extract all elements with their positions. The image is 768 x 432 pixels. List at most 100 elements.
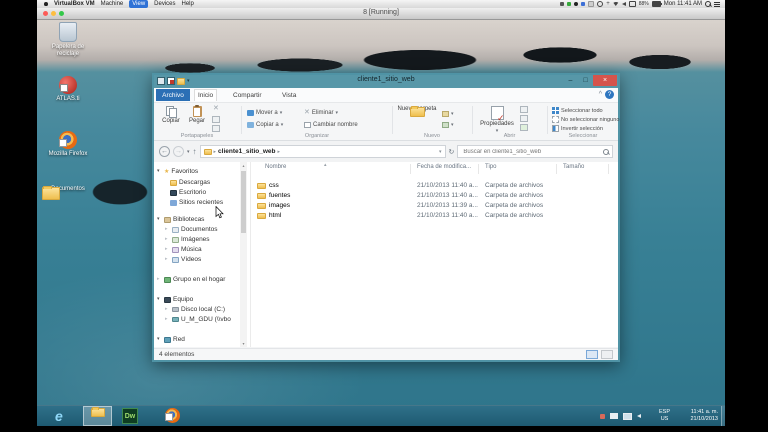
sidebar-item-descargas[interactable]: Descargas — [170, 178, 210, 187]
tray-network-icon[interactable] — [623, 412, 632, 420]
paste-shortcut-button[interactable] — [212, 125, 220, 132]
desktop-icon-recycle-bin[interactable]: Papelera de reciclaje — [42, 22, 94, 57]
mover-a-button[interactable]: Mover a ▾ — [247, 108, 282, 117]
breadcrumb[interactable]: ▸ cliente1_sitio_web ▸ ▾ — [199, 145, 446, 158]
eliminar-button[interactable]: ✕ Eliminar ▾ — [304, 108, 338, 117]
sidebar-section-favoritos[interactable]: ▾ ★ Favoritos — [157, 167, 198, 176]
sidebar-item-disco-local[interactable]: ▸ Disco local (C:) — [165, 305, 225, 314]
shield-icon[interactable] — [574, 2, 579, 6]
file-row-images[interactable]: images 21/10/2013 11:39 a... Carpeta de … — [252, 201, 618, 211]
spotlight-search-icon[interactable] — [705, 1, 711, 7]
firefox-taskbar-icon[interactable] — [165, 408, 180, 423]
propiedades-button[interactable]: Propiedades ▾ — [479, 106, 515, 134]
pegar-button[interactable]: Pegar — [185, 105, 209, 124]
display-icon[interactable] — [628, 1, 636, 7]
copiar-button[interactable]: Copiar — [158, 106, 184, 124]
address-dropdown-icon[interactable]: ▾ — [439, 149, 442, 155]
nueva-carpeta-button[interactable]: Nueva carpeta — [397, 106, 437, 117]
scroll-up-icon[interactable]: ▴ — [240, 163, 247, 168]
file-row-css[interactable]: css 21/10/2013 11:40 a... Carpeta de arc… — [252, 181, 618, 191]
menu-machine[interactable]: Machine — [101, 0, 124, 8]
file-row-html[interactable]: html 21/10/2013 11:40 a... Carpeta de ar… — [252, 211, 618, 221]
sidebar-item-imagenes[interactable]: ▸ Imágenes — [165, 235, 210, 244]
sidebar-item-network-drive[interactable]: ▸ U_M_GDU (\\vbo — [165, 315, 231, 324]
abrir-button[interactable] — [520, 106, 528, 113]
cambiar-nombre-button[interactable]: Cambiar nombre — [304, 120, 358, 129]
scrollbar-thumb[interactable] — [241, 171, 246, 233]
tray-battery-icon[interactable] — [610, 413, 618, 419]
file-explorer-taskbar-button[interactable] — [83, 406, 112, 426]
search-box[interactable] — [457, 145, 613, 158]
internet-explorer-icon[interactable]: e — [55, 407, 63, 426]
sidebar-section-red[interactable]: ▾ Red — [157, 335, 185, 344]
language-indicator[interactable]: ESP US — [659, 409, 670, 423]
search-input[interactable] — [461, 147, 603, 156]
forward-button[interactable]: → — [173, 146, 184, 157]
apple-menu-icon[interactable] — [44, 2, 48, 6]
vm-network-status-icon[interactable] — [567, 2, 572, 6]
copy-path-button[interactable] — [212, 116, 220, 123]
vm-display-status-icon[interactable] — [560, 2, 565, 6]
back-button[interactable]: ← — [159, 146, 170, 157]
minimize-button[interactable]: – — [563, 75, 578, 86]
no-seleccionar-button[interactable]: No seleccionar ninguno — [552, 115, 619, 124]
seleccionar-todo-button[interactable]: Seleccionar todo — [552, 106, 603, 115]
sidebar-section-bibliotecas[interactable]: ▾ Bibliotecas — [157, 215, 204, 224]
sidebar-item-documentos[interactable]: ▸ Documentos — [165, 225, 218, 234]
tab-vista[interactable]: Vista — [279, 89, 299, 101]
explorer-titlebar[interactable]: ▾ cliente1_sitio_web – □ × — [154, 75, 618, 88]
window-status-icon[interactable] — [588, 1, 595, 7]
sidebar-item-videos[interactable]: ▸ Vídeos — [165, 255, 201, 264]
sidebar-section-grupo-hogar[interactable]: ▸ Grupo en el hogar — [157, 275, 225, 284]
desktop-icon-firefox[interactable]: Mozilla Firefox — [42, 131, 94, 158]
refresh-button[interactable]: ↻ — [449, 148, 455, 156]
tab-compartir[interactable]: Compartir — [230, 89, 265, 101]
dreamweaver-icon[interactable]: Dw — [122, 408, 138, 424]
tray-volume-icon[interactable] — [637, 414, 641, 418]
menu-clock[interactable]: Mon 11:41 AM — [664, 1, 702, 7]
notification-center-icon[interactable] — [714, 1, 720, 7]
tray-app-icon[interactable] — [600, 413, 605, 419]
scroll-down-icon[interactable]: ▾ — [240, 341, 247, 346]
sidebar-section-equipo[interactable]: ▾ Equipo — [157, 295, 193, 304]
battery-icon[interactable] — [651, 1, 662, 7]
sidebar-item-escritorio[interactable]: Escritorio — [170, 188, 206, 197]
taskbar-clock[interactable]: 11:41 a. m. 21/10/2013 — [682, 409, 718, 423]
recent-locations-icon[interactable]: ▾ — [187, 149, 190, 155]
thumbnails-view-button[interactable] — [601, 350, 613, 359]
historial-button[interactable] — [520, 124, 528, 131]
menu-devices[interactable]: Devices — [154, 0, 175, 8]
column-header-tamano[interactable]: Tamaño — [563, 164, 584, 174]
column-header-fecha[interactable]: Fecha de modifica... — [417, 164, 471, 174]
nuevo-elemento-button[interactable]: ▾ — [442, 109, 454, 118]
column-header-tipo[interactable]: Tipo — [485, 164, 496, 174]
file-row-fuentes[interactable]: fuentes 21/10/2013 11:40 a... Carpeta de… — [252, 191, 618, 201]
facil-acceso-button[interactable]: ▾ — [442, 120, 454, 129]
menu-virtualbox-vm[interactable]: VirtualBox VM — [54, 0, 95, 8]
tab-archivo[interactable]: Archivo — [156, 89, 190, 101]
cut-button[interactable]: ✕ — [213, 105, 219, 112]
blue-app-status-icon[interactable] — [581, 2, 586, 6]
breadcrumb-path[interactable]: cliente1_sitio_web — [218, 148, 275, 155]
volume-icon[interactable] — [621, 2, 626, 6]
show-desktop-button[interactable] — [721, 406, 725, 426]
windows-desktop[interactable]: Papelera de reciclaje ATLAS.ti Mozilla F… — [37, 20, 725, 426]
menu-view[interactable]: View — [129, 0, 149, 8]
menu-help[interactable]: Help — [182, 0, 194, 8]
invertir-seleccion-button[interactable]: Invertir selección — [552, 124, 603, 133]
copiar-a-button[interactable]: Copiar a ▾ — [247, 120, 283, 129]
close-button[interactable]: × — [593, 75, 617, 86]
tab-inicio[interactable]: Inicio — [194, 89, 218, 101]
nav-scrollbar[interactable]: ▴ ▾ — [240, 162, 247, 347]
wifi-icon[interactable] — [612, 2, 619, 6]
up-button[interactable]: ↑ — [193, 147, 197, 156]
modificar-button[interactable] — [520, 115, 528, 122]
sidebar-item-musica[interactable]: ▸ Música — [165, 245, 202, 254]
maximize-button[interactable]: □ — [578, 75, 593, 86]
desktop-icon-documentos[interactable]: Documentos — [42, 186, 94, 200]
collapse-ribbon-button[interactable]: ^ — [599, 91, 602, 98]
column-header-nombre[interactable]: Nombre — [265, 164, 286, 174]
desktop-icon-atlas[interactable]: ATLAS.ti — [42, 76, 94, 103]
search-icon[interactable] — [603, 148, 609, 155]
help-button[interactable]: ? — [605, 90, 614, 99]
